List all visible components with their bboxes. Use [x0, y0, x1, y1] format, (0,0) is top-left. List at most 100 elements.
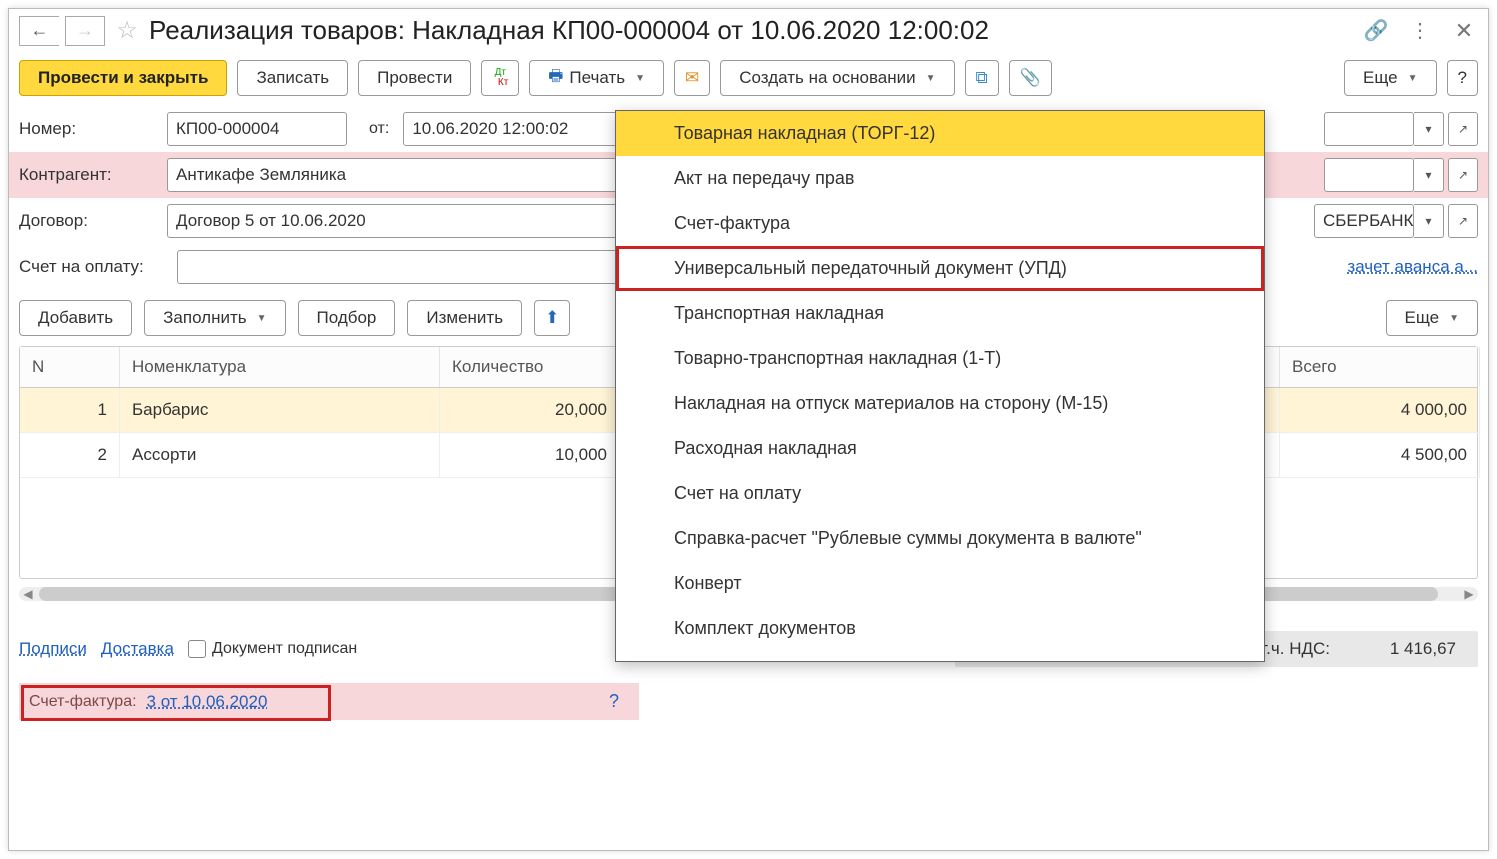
invoice-out-link[interactable]: 3 от 10.06.2020 [147, 692, 268, 712]
print-button[interactable]: 🖶 Печать ▼ [529, 60, 664, 96]
vat-value: 1 416,67 [1356, 639, 1456, 659]
advance-link[interactable]: зачет аванса а... [1347, 257, 1478, 277]
col-nomen[interactable]: Номенклатура [120, 347, 440, 387]
menu-item-m15[interactable]: Накладная на отпуск материалов на сторон… [616, 381, 1264, 426]
window-title: Реализация товаров: Накладная КП00-00000… [149, 15, 1356, 46]
cell-qty: 10,000 [440, 433, 620, 478]
hidden-field-1[interactable] [1324, 112, 1414, 146]
favorite-star-icon[interactable]: ☆ [111, 16, 143, 46]
post-button[interactable]: Провести [358, 60, 471, 96]
scroll-left-icon: ◀ [21, 587, 35, 601]
signed-checkbox-wrap[interactable]: Документ подписан [188, 640, 357, 658]
menu-item-torg12[interactable]: Товарная накладная (ТОРГ-12) [616, 111, 1264, 156]
chevron-down-icon: ▼ [1408, 73, 1418, 84]
counterparty-field[interactable]: Антикафе Земляника [167, 158, 617, 192]
edit-button[interactable]: Изменить [407, 300, 522, 336]
dropdown-caret-icon[interactable]: ▾ [1414, 112, 1444, 146]
signatures-link[interactable]: Подписи [19, 639, 87, 659]
cell-total: 4 500,00 [1280, 433, 1480, 478]
cell-qty: 20,000 [440, 388, 620, 433]
contract-field[interactable]: Договор 5 от 10.06.2020 [167, 204, 617, 238]
menu-item-rashod[interactable]: Расходная накладная [616, 426, 1264, 471]
invoice-out-label: Счет-фактура: [29, 693, 137, 711]
chevron-down-icon: ▼ [926, 73, 936, 84]
number-label: Номер: [19, 119, 159, 139]
tree-icon: ⧉ [976, 68, 988, 88]
print-label: Печать [569, 68, 625, 88]
counterparty-label: Контрагент: [19, 165, 159, 185]
dropdown-caret-icon[interactable]: ▾ [1414, 158, 1444, 192]
invoice-footer-row: Счет-фактура: 3 от 10.06.2020 ? [19, 683, 639, 720]
back-button[interactable]: ← [19, 16, 59, 46]
add-button[interactable]: Добавить [19, 300, 132, 336]
scroll-right-icon: ▶ [1462, 587, 1476, 601]
email-button[interactable]: ✉ [674, 60, 710, 96]
create-based-label: Создать на основании [739, 68, 915, 88]
col-total[interactable]: Всего [1280, 347, 1480, 387]
hidden-field-2[interactable] [1324, 158, 1414, 192]
open-ext-icon[interactable]: ↗ [1448, 112, 1478, 146]
more-button[interactable]: Еще ▼ [1344, 60, 1437, 96]
debit-credit-icon: Дт Кт [492, 68, 508, 88]
cell-n: 2 [20, 433, 120, 478]
more-vertical-icon[interactable]: ⋮ [1406, 17, 1434, 45]
write-button[interactable]: Записать [237, 60, 348, 96]
menu-item-upd[interactable]: Универсальный передаточный документ (УПД… [616, 246, 1264, 291]
bank-field[interactable]: СБЕРБАНК [1314, 204, 1414, 238]
col-qty[interactable]: Количество [440, 347, 620, 387]
arrow-up-icon: ⬆ [545, 308, 559, 328]
checkbox-icon[interactable] [188, 640, 206, 658]
cell-total: 4 000,00 [1280, 388, 1480, 433]
dropdown-caret-icon[interactable]: ▾ [1414, 204, 1444, 238]
chevron-down-icon: ▼ [635, 73, 645, 84]
help-icon[interactable]: ? [609, 691, 619, 712]
table-more-button[interactable]: Еще ▼ [1386, 300, 1479, 336]
chevron-down-icon: ▼ [257, 313, 267, 324]
close-icon[interactable]: ✕ [1450, 17, 1478, 45]
main-toolbar: Провести и закрыть Записать Провести Дт … [9, 56, 1488, 106]
create-based-button[interactable]: Создать на основании ▼ [720, 60, 954, 96]
structure-button[interactable]: ⧉ [965, 60, 999, 96]
help-button[interactable]: ? [1447, 60, 1478, 96]
open-ext-icon[interactable]: ↗ [1448, 204, 1478, 238]
app-window: ← → ☆ Реализация товаров: Накладная КП00… [8, 8, 1489, 851]
chevron-down-icon: ▼ [1449, 313, 1459, 324]
table-more-label: Еще [1405, 308, 1440, 328]
post-and-close-button[interactable]: Провести и закрыть [19, 60, 227, 96]
date-field[interactable]: 10.06.2020 12:00:02 [403, 112, 623, 146]
title-bar: ← → ☆ Реализация товаров: Накладная КП00… [9, 9, 1488, 56]
open-ext-icon[interactable]: ↗ [1448, 158, 1478, 192]
menu-item-act[interactable]: Акт на передачу прав [616, 156, 1264, 201]
dtk-button[interactable]: Дт Кт [481, 60, 519, 96]
number-field[interactable]: КП00-000004 [167, 112, 347, 146]
signed-label: Документ подписан [212, 640, 357, 658]
fill-label: Заполнить [163, 308, 246, 328]
link-icon[interactable]: 🔗 [1362, 17, 1390, 45]
more-label: Еще [1363, 68, 1398, 88]
contract-label: Договор: [19, 211, 159, 231]
printer-icon: 🖶 [548, 65, 563, 92]
paperclip-icon: 📎 [1020, 68, 1041, 88]
menu-item-1t[interactable]: Товарно-транспортная накладная (1-Т) [616, 336, 1264, 381]
ot-label: от: [369, 120, 389, 138]
col-n[interactable]: N [20, 347, 120, 387]
envelope-icon: ✉ [685, 68, 699, 88]
menu-item-transport[interactable]: Транспортная накладная [616, 291, 1264, 336]
cell-nomen: Ассорти [120, 433, 440, 478]
invoice-label: Счет на оплату: [19, 257, 169, 277]
pick-button[interactable]: Подбор [298, 300, 396, 336]
attach-button[interactable]: 📎 [1009, 60, 1052, 96]
cell-nomen: Барбарис [120, 388, 440, 433]
print-dropdown-menu: Товарная накладная (ТОРГ-12) Акт на пере… [615, 110, 1265, 662]
invoice-field[interactable] [177, 250, 617, 284]
menu-item-konvert[interactable]: Конверт [616, 561, 1264, 606]
delivery-link[interactable]: Доставка [101, 639, 174, 659]
menu-item-schet-factura[interactable]: Счет-фактура [616, 201, 1264, 246]
forward-button[interactable]: → [65, 16, 105, 46]
cell-n: 1 [20, 388, 120, 433]
menu-item-spravka[interactable]: Справка-расчет "Рублевые суммы документа… [616, 516, 1264, 561]
fill-button[interactable]: Заполнить ▼ [144, 300, 285, 336]
menu-item-komplekt[interactable]: Комплект документов [616, 606, 1264, 651]
menu-item-schet-oplata[interactable]: Счет на оплату [616, 471, 1264, 516]
move-up-button[interactable]: ⬆ [534, 300, 570, 336]
